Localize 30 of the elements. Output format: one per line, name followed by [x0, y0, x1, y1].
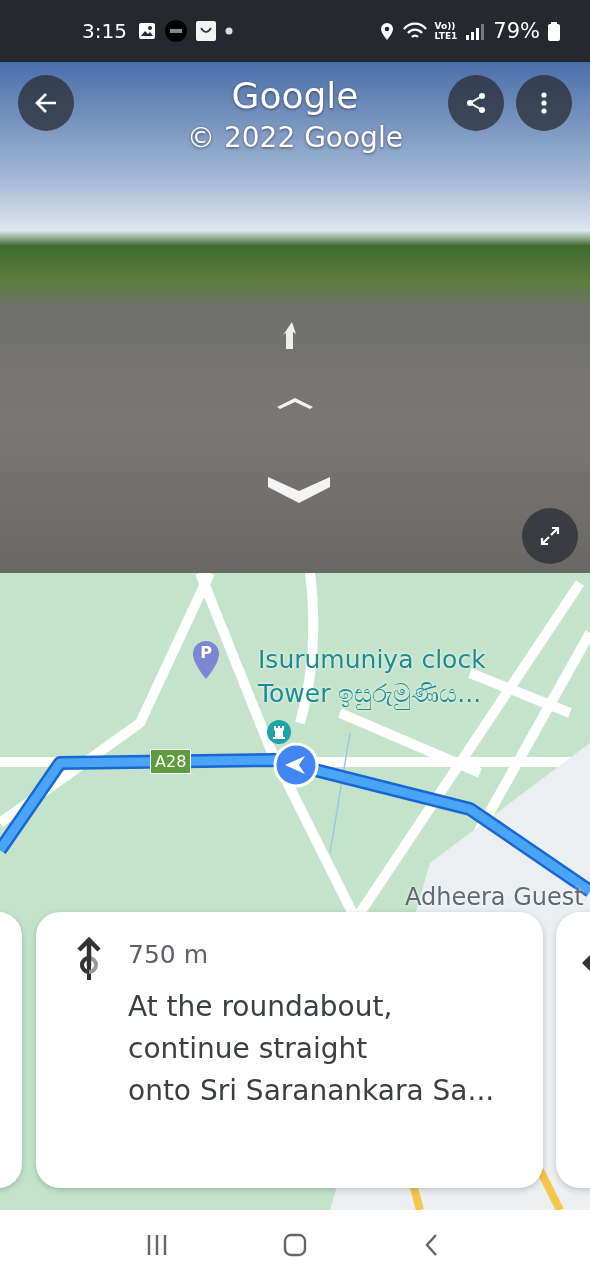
- place-label[interactable]: Adheera Guest: [405, 883, 584, 911]
- step-instruction: At the roundabout, continue straight onto Sri Saranankara Sa...: [128, 989, 495, 1109]
- dot-icon: [224, 27, 233, 35]
- back-arrow-icon: [34, 91, 58, 115]
- expand-icon: [539, 525, 561, 547]
- parking-pin-icon: [192, 640, 220, 680]
- road-badge: A28: [150, 749, 192, 774]
- home-icon: [283, 1233, 307, 1257]
- location-icon: [378, 21, 395, 41]
- copyright-text: © 2022 Google: [187, 120, 403, 156]
- more-vertical-icon: [541, 92, 547, 114]
- battery-percent: 79%: [493, 19, 540, 43]
- clock-time: 3:15: [82, 19, 127, 43]
- share-icon: [464, 91, 488, 115]
- navigation-arrow-icon[interactable]: [282, 321, 298, 351]
- app-icon: [164, 20, 187, 42]
- navigation-arrow-icon[interactable]: [267, 475, 331, 505]
- direction-card[interactable]: 750 m At the roundabout, continue straight onto Sri Saranankara Sa...: [36, 912, 543, 1188]
- battery-icon: [548, 21, 560, 41]
- tower-icon: [267, 720, 291, 744]
- place-label[interactable]: Isurumuniya clock Tower ඉසුරුමුණිය...: [258, 643, 486, 711]
- gallery-icon: [136, 21, 157, 41]
- voice-label: Vo)): [434, 21, 457, 31]
- navigation-arrow-icon[interactable]: [276, 397, 314, 410]
- step-distance: 750 m: [128, 940, 209, 969]
- street-view-title: Google: [231, 74, 359, 118]
- parking-marker: P: [199, 643, 213, 662]
- signal-icon: [465, 22, 486, 40]
- network-type: LTE1: [434, 31, 458, 41]
- shopping-bag-icon: [194, 20, 217, 42]
